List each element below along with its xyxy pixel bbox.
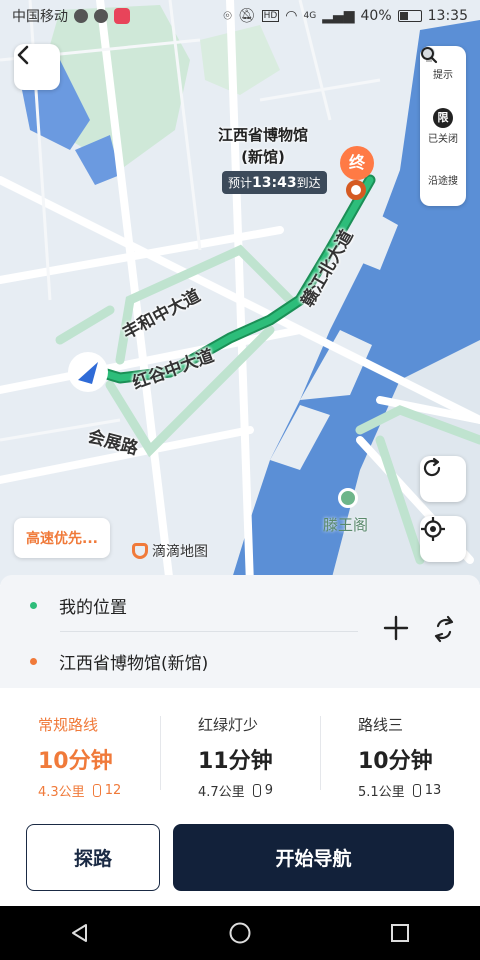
back-button[interactable]: [14, 44, 60, 90]
route-lights: 12: [104, 783, 122, 798]
route-meta: 5.1公里 13: [358, 781, 480, 800]
home-circle-icon: [229, 922, 251, 944]
destination-pin-icon: [346, 180, 366, 200]
origin-dot-icon: [30, 602, 37, 609]
search-along-label: 沿途搜: [428, 175, 458, 187]
route-option-3[interactable]: 路线三 10分钟 5.1公里 13: [320, 688, 480, 808]
locate-icon: [421, 517, 445, 541]
refresh-icon: [423, 457, 441, 477]
destination-name-line2: (新馆): [241, 148, 285, 166]
app-notification-icon: [114, 8, 130, 24]
route-time: 10分钟: [38, 749, 113, 774]
destination-dot-icon: [30, 658, 37, 665]
notification-icon: [74, 9, 88, 23]
brand-name: 滴滴地图: [152, 544, 208, 560]
start-navigation-button[interactable]: 开始导航: [173, 824, 454, 891]
hd-icon: HD: [261, 10, 280, 22]
refresh-button[interactable]: [420, 456, 466, 502]
eta-time: 13:43: [252, 175, 297, 191]
poi-tree-icon: [338, 488, 358, 508]
brand-logo: 滴滴地图: [132, 541, 208, 561]
eta-badge: 预计13:43到达: [222, 171, 327, 194]
limit-label: 已关闭: [428, 133, 458, 145]
route-meta: 4.7公里 9: [198, 781, 320, 800]
route-distance: 5.1公里: [358, 785, 405, 800]
wifi-icon: ◠: [285, 8, 298, 24]
route-preference-chip[interactable]: 高速优先...: [14, 518, 110, 558]
route-name: 路线三: [358, 716, 404, 734]
route-option-2[interactable]: 红绿灯少 11分钟 4.7公里 9: [160, 688, 320, 808]
route-lights: 9: [264, 783, 273, 798]
nav-recents-button[interactable]: [380, 913, 420, 953]
origin-label: 我的位置: [59, 598, 127, 618]
route-meta: 4.3公里 12: [38, 781, 160, 800]
route-options: 常规路线 10分钟 4.3公里 12 红绿灯少 11分钟 4.7公里 9 路线三…: [0, 688, 480, 808]
destination-marker[interactable]: 终: [340, 146, 374, 180]
signal-icon: ▂▄▆: [322, 8, 355, 24]
explore-button[interactable]: 探路: [26, 824, 160, 891]
nav-back-button[interactable]: [60, 913, 100, 953]
waypoint-divider: [60, 631, 358, 632]
destination-label[interactable]: 江西省博物馆 (新馆): [218, 124, 308, 168]
route-name: 常规路线: [38, 716, 99, 734]
add-waypoint-button[interactable]: [382, 614, 410, 642]
triangle-back-icon: [72, 924, 87, 942]
search-icon: [421, 47, 438, 64]
system-nav-bar: [0, 906, 480, 960]
route-time: 10分钟: [358, 749, 433, 774]
poi-label[interactable]: 滕王阁: [323, 514, 368, 535]
destination-name-line1: 江西省博物馆: [218, 126, 309, 144]
status-bar: 中国移动 ⌾ 🔕︎ HD ◠ 4G ▂▄▆ 40% 13:35: [0, 0, 480, 32]
action-bar: 探路 开始导航: [0, 808, 480, 906]
origin-field[interactable]: 我的位置: [30, 593, 127, 618]
locate-button[interactable]: [420, 516, 466, 562]
back-arrow-icon: [17, 45, 29, 65]
recents-square-icon: [391, 924, 409, 942]
route-name: 红绿灯少: [198, 716, 259, 734]
destination-field[interactable]: 江西省博物馆(新馆): [30, 649, 208, 674]
traffic-light-icon: [252, 784, 261, 797]
location-icon: ⌾: [223, 8, 232, 24]
hint-tool[interactable]: 提示: [423, 47, 453, 81]
hint-label: 提示: [433, 69, 453, 81]
map-canvas: [0, 0, 480, 585]
limit-tool[interactable]: 限 已关闭: [428, 107, 458, 145]
limit-icon: 限: [433, 107, 453, 128]
eta-suffix: 到达: [296, 176, 321, 190]
swap-icon[interactable]: [430, 614, 458, 644]
map-view[interactable]: 赣江北大道 丰和中大道 红谷中大道 会展路 江西省博物馆 (新馆) 预计13:4…: [0, 0, 480, 585]
search-along-tool[interactable]: 沿途搜: [421, 47, 458, 187]
traffic-light-icon: [412, 784, 421, 797]
route-time: 11分钟: [198, 749, 273, 774]
route-option-1[interactable]: 常规路线 10分钟 4.3公里 12: [0, 688, 160, 808]
nav-home-button[interactable]: [220, 913, 260, 953]
route-distance: 4.7公里: [198, 785, 245, 800]
route-lights: 13: [424, 783, 442, 798]
mute-icon: 🔕︎: [237, 8, 256, 24]
wechat-icon: [94, 9, 108, 23]
didi-logo-icon: [132, 543, 148, 559]
clock: 13:35: [427, 8, 468, 24]
destination-label-text: 江西省博物馆(新馆): [59, 654, 209, 674]
battery-percent: 40%: [360, 8, 392, 24]
map-tools-panel: 提示 限 已关闭 沿途搜: [420, 46, 466, 206]
traffic-light-icon: [92, 784, 101, 797]
route-distance: 4.3公里: [38, 785, 85, 800]
eta-prefix: 预计: [228, 176, 253, 190]
network-type: 4G: [303, 11, 317, 21]
carrier-name: 中国移动: [12, 9, 68, 25]
battery-icon: [397, 10, 422, 22]
